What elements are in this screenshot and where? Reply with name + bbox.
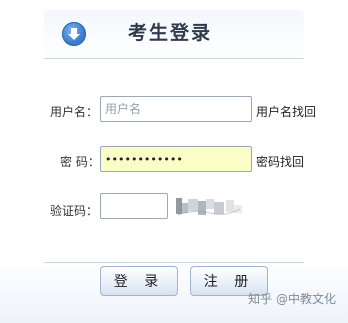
page-title: 考生登录 <box>128 22 213 44</box>
captcha-input[interactable] <box>100 193 168 219</box>
password-input[interactable] <box>100 146 252 172</box>
watermark: 知乎 @中教文化 <box>248 292 336 306</box>
username-recover-link[interactable]: 用户名找回 <box>256 103 316 120</box>
download-arrow-icon <box>62 22 86 46</box>
username-label: 用户名： <box>50 105 99 119</box>
footer-divider <box>44 262 304 263</box>
captcha-image[interactable] <box>174 195 246 219</box>
header-divider <box>44 58 304 59</box>
login-panel: 考生登录 用户名： 用户名找回 密 码： 密码找回 验证码： 登 录 注 册 知… <box>0 0 348 323</box>
login-button[interactable]: 登 录 <box>100 266 178 296</box>
username-input[interactable] <box>100 96 252 122</box>
password-label: 密 码： <box>60 155 100 169</box>
captcha-label: 验证码： <box>50 204 99 218</box>
password-recover-link[interactable]: 密码找回 <box>256 153 304 170</box>
